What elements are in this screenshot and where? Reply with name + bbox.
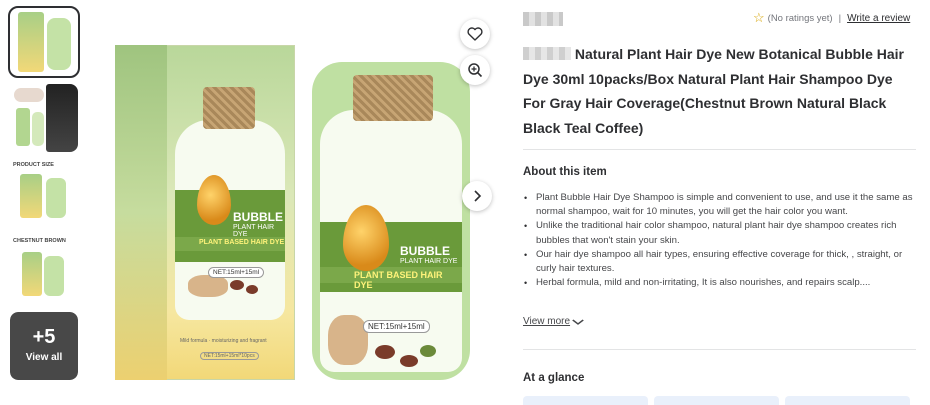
rating-summary: ☆ (No ratings yet) | Write a review [753, 10, 910, 26]
at-a-glance-cards [523, 396, 910, 405]
rating-text: (No ratings yet) [767, 12, 833, 24]
chevron-right-icon [474, 190, 482, 202]
view-more-link[interactable]: View more [523, 316, 584, 327]
box-label-line1: BUBBLE [233, 210, 283, 224]
product-title: Natural Plant Hair Dye New Botanical Bub… [523, 42, 918, 140]
about-bullets: Plant Bubble Hair Dye Shampoo is simple … [523, 191, 913, 291]
thumb-head-image [14, 88, 44, 102]
sachet-cork [353, 75, 433, 121]
thumb-caption: PRODUCT SIZE [13, 162, 54, 168]
box-net-label: NET:15ml+15ml [208, 267, 265, 278]
thumbnail-view-all[interactable]: +5 View all [10, 312, 78, 380]
divider [523, 149, 916, 150]
thumb-hair-image [46, 84, 78, 152]
view-all-count: +5 [32, 326, 56, 348]
write-review-link[interactable]: Write a review [847, 13, 910, 24]
glance-card[interactable] [523, 396, 648, 405]
thumb-sachet-image [46, 178, 66, 218]
thumbnail-1[interactable] [8, 6, 80, 78]
thumbnail-4[interactable]: CHESTNUT BROWN [10, 236, 78, 304]
view-all-label: View all [25, 352, 63, 363]
next-image-button[interactable] [462, 181, 492, 211]
sachet-root-illustration [328, 315, 368, 365]
thumb-sachet-image [32, 112, 44, 146]
sachet-bean-illustration [375, 345, 395, 359]
zoom-button[interactable] [460, 55, 490, 85]
sachet-leaf-illustration [420, 345, 436, 357]
thumb-caption: CHESTNUT BROWN [13, 238, 66, 244]
box-label-line3: PLANT BASED HAIR DYE [175, 237, 285, 251]
about-bullet-item: Unlike the traditional hair color shampo… [523, 219, 913, 247]
box-bean-illustration [230, 280, 244, 290]
thumb-sachet-image [44, 256, 64, 296]
thumb-box-image [16, 108, 30, 146]
favorite-button[interactable] [460, 19, 490, 49]
sachet-net-label: NET:15ml+15ml [363, 320, 430, 333]
divider [523, 349, 916, 350]
glance-card[interactable] [654, 396, 779, 405]
box-bean-illustration [246, 285, 258, 294]
title-brand-redacted [523, 47, 571, 60]
box-label-line2: PLANT HAIR DYE [233, 224, 275, 238]
glance-card[interactable] [785, 396, 910, 405]
view-all-overlay[interactable]: +5 View all [10, 312, 78, 380]
product-box-side [115, 45, 167, 380]
star-icon: ☆ [753, 10, 765, 25]
thumb-box-image [18, 12, 44, 72]
thumbnail-strip: PRODUCT SIZE CHESTNUT BROWN +5 View all [8, 6, 82, 388]
thumb-box-image [20, 174, 42, 218]
thumbnail-3[interactable]: PRODUCT SIZE [10, 160, 78, 228]
thumbnail-2[interactable] [10, 84, 78, 152]
sachet-label-line3: PLANT BASED HAIR DYE [320, 267, 462, 290]
thumb-sachet-image [47, 18, 71, 70]
brand-name-redacted[interactable] [523, 12, 563, 26]
box-cork [203, 87, 255, 129]
about-heading: About this item [523, 166, 607, 178]
main-product-image[interactable]: BUBBLE PLANT HAIR DYE PLANT BASED HAIR D… [100, 15, 495, 390]
thumb-box-image [22, 252, 42, 296]
about-bullet-item: Plant Bubble Hair Dye Shampoo is simple … [523, 191, 913, 219]
sachet-bean-illustration [400, 355, 418, 367]
about-bullet-item: Our hair dye shampoo all hair types, ens… [523, 248, 913, 276]
zoom-in-icon [468, 63, 483, 78]
box-net-pcs: NET:15ml+15ml*10pcs [200, 352, 259, 360]
view-more-label: View more [523, 316, 571, 327]
product-title-text: Natural Plant Hair Dye New Botanical Bub… [523, 46, 904, 136]
heart-icon [467, 27, 483, 41]
at-a-glance-heading: At a glance [523, 372, 585, 384]
box-root-illustration [188, 275, 228, 297]
about-bullet-item: Herbal formula, mild and non-irritating,… [523, 276, 913, 290]
rating-separator: | [838, 12, 842, 24]
box-mild-label: Mild formula · moisturizing and fragrant [180, 338, 267, 344]
sachet-label-line2: PLANT HAIR DYE [400, 258, 458, 265]
chevron-down-icon [572, 319, 584, 325]
sachet-label-line1: BUBBLE [400, 244, 450, 258]
